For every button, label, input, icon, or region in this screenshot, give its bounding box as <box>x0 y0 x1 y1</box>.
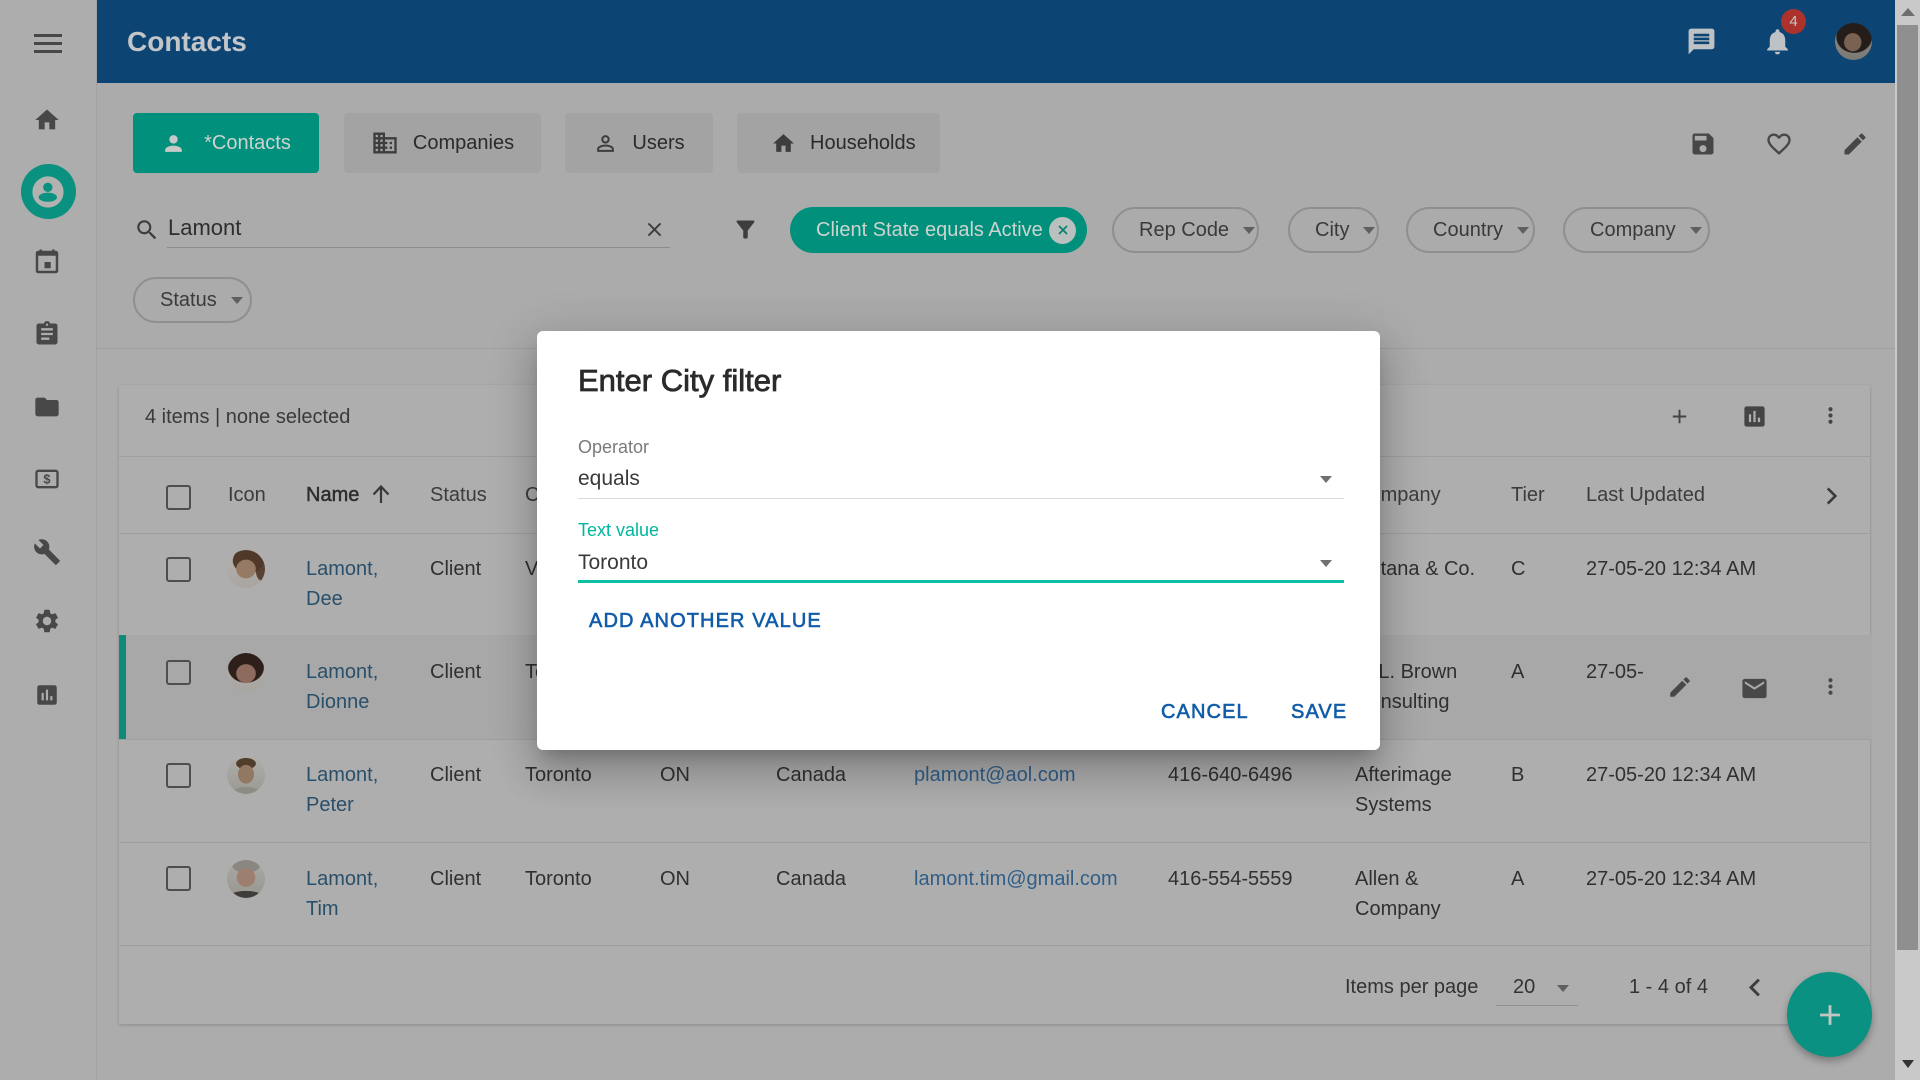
svg-text:$: $ <box>43 472 50 487</box>
